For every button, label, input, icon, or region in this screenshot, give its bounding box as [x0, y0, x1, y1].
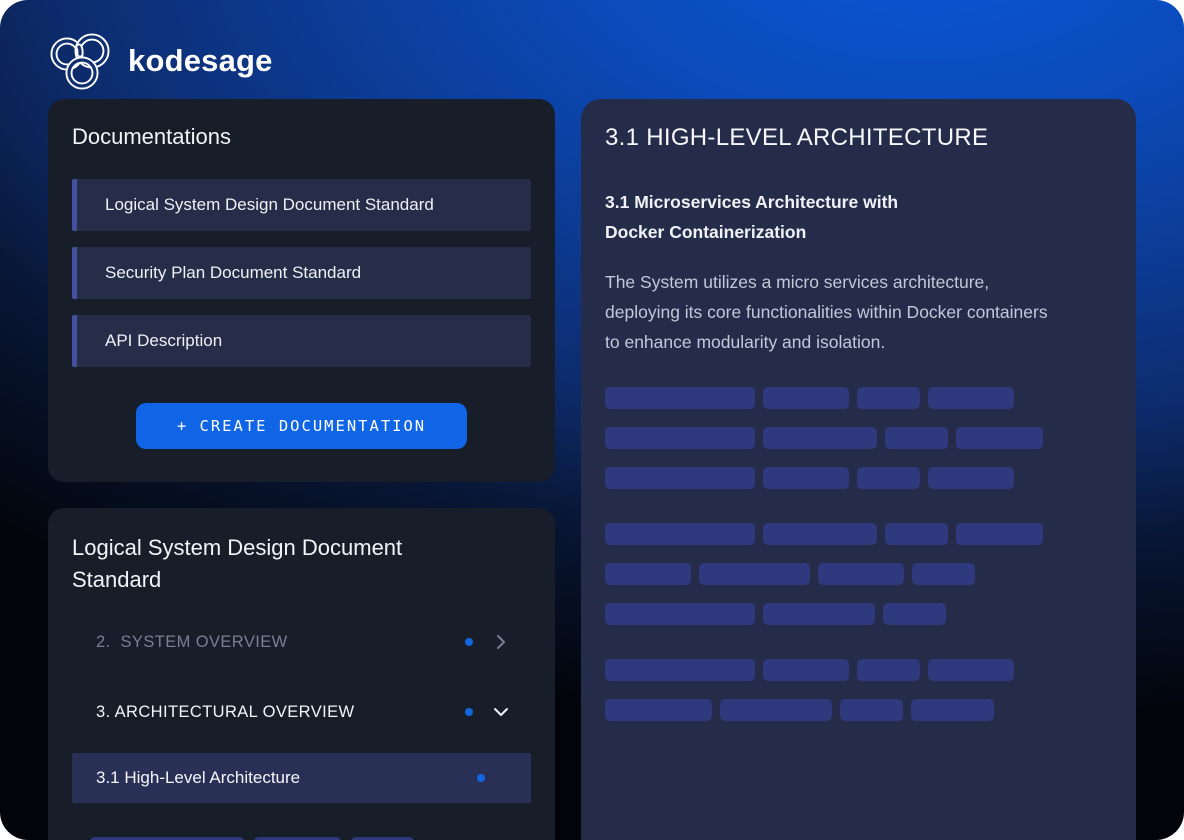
brand-name: kodesage — [128, 43, 273, 79]
skeleton-block — [911, 699, 994, 721]
skeleton-block — [840, 699, 903, 721]
doc-item-label: Logical System Design Document Standard — [105, 195, 434, 215]
outline-section-system-overview[interactable]: 2. SYSTEM OVERVIEW — [72, 620, 531, 664]
content-skeleton — [605, 387, 1112, 721]
status-dot — [477, 774, 485, 782]
skeleton-block — [605, 523, 755, 545]
skeleton-block — [885, 523, 948, 545]
skeleton-block — [763, 467, 849, 489]
doc-item-logical-system-design[interactable]: Logical System Design Document Standard — [72, 179, 531, 231]
skeleton-block — [699, 563, 810, 585]
skeleton-block — [928, 387, 1014, 409]
skeleton-block — [605, 467, 755, 489]
skeleton-block — [763, 603, 875, 625]
skeleton-block — [956, 427, 1043, 449]
content-subtitle: 3.1 Microservices Architecture with Dock… — [605, 187, 955, 247]
skeleton-block — [928, 659, 1014, 681]
skeleton-paragraph — [605, 387, 1112, 489]
content-title: 3.1 HIGH-LEVEL ARCHITECTURE — [605, 123, 1112, 153]
skeleton-row — [605, 387, 1112, 409]
status-dot — [465, 638, 473, 646]
content-paragraph: The System utilizes a micro services arc… — [605, 267, 1065, 357]
doc-item-label: API Description — [105, 331, 222, 351]
doc-item-api-description[interactable]: API Description — [72, 315, 531, 367]
skeleton-block — [763, 523, 877, 545]
skeleton-block — [763, 659, 849, 681]
skeleton-row — [605, 563, 1112, 585]
create-documentation-button[interactable]: + CREATE DOCUMENTATION — [136, 403, 467, 449]
skeleton-block — [912, 563, 975, 585]
doc-item-label: Security Plan Document Standard — [105, 263, 361, 283]
app-window: kodesage Documentations Logical System D… — [0, 0, 1184, 840]
skeleton-row — [605, 523, 1112, 545]
skeleton-block — [857, 387, 920, 409]
skeleton-block — [605, 699, 712, 721]
knot-logo-icon — [48, 30, 114, 92]
skeleton-row — [605, 467, 1112, 489]
skeleton-block — [885, 427, 948, 449]
chevron-down-icon[interactable] — [491, 702, 511, 722]
brand-header: kodesage — [48, 30, 273, 92]
documentations-title: Documentations — [72, 123, 531, 151]
skeleton-block — [818, 563, 904, 585]
status-dot — [465, 708, 473, 716]
skeleton-block — [763, 427, 877, 449]
skeleton-block — [605, 603, 755, 625]
outline-section-architectural-overview[interactable]: 3. ARCHITECTURAL OVERVIEW — [72, 690, 531, 734]
outline-item-high-level-architecture[interactable]: 3.1 High-Level Architecture — [72, 753, 531, 803]
skeleton-block — [720, 699, 832, 721]
section-label: 2. SYSTEM OVERVIEW — [96, 633, 465, 652]
skeleton-block — [883, 603, 946, 625]
skeleton-block — [928, 467, 1014, 489]
skeleton-row — [605, 603, 1112, 625]
skeleton-block — [605, 387, 755, 409]
skeleton-row — [605, 699, 1112, 721]
skeleton-block — [763, 387, 849, 409]
skeleton-block — [605, 427, 755, 449]
skeleton-block — [956, 523, 1043, 545]
skeleton-row — [605, 659, 1112, 681]
doc-item-security-plan[interactable]: Security Plan Document Standard — [72, 247, 531, 299]
documentations-card: Documentations Logical System Design Doc… — [48, 99, 555, 482]
skeleton-block — [857, 467, 920, 489]
skeleton-block — [857, 659, 920, 681]
skeleton-block — [605, 659, 755, 681]
document-outline-card: Logical System Design Document Standard … — [48, 508, 555, 840]
skeleton-block — [605, 563, 691, 585]
outline-title: Logical System Design Document Standard — [72, 532, 492, 596]
skeleton-row — [605, 427, 1112, 449]
skeleton-paragraph — [605, 523, 1112, 625]
chevron-right-icon[interactable] — [491, 632, 511, 652]
content-panel: 3.1 HIGH-LEVEL ARCHITECTURE 3.1 Microser… — [581, 99, 1136, 840]
active-item-label: 3.1 High-Level Architecture — [96, 768, 477, 788]
skeleton-paragraph — [605, 659, 1112, 721]
section-label: 3. ARCHITECTURAL OVERVIEW — [96, 703, 465, 722]
